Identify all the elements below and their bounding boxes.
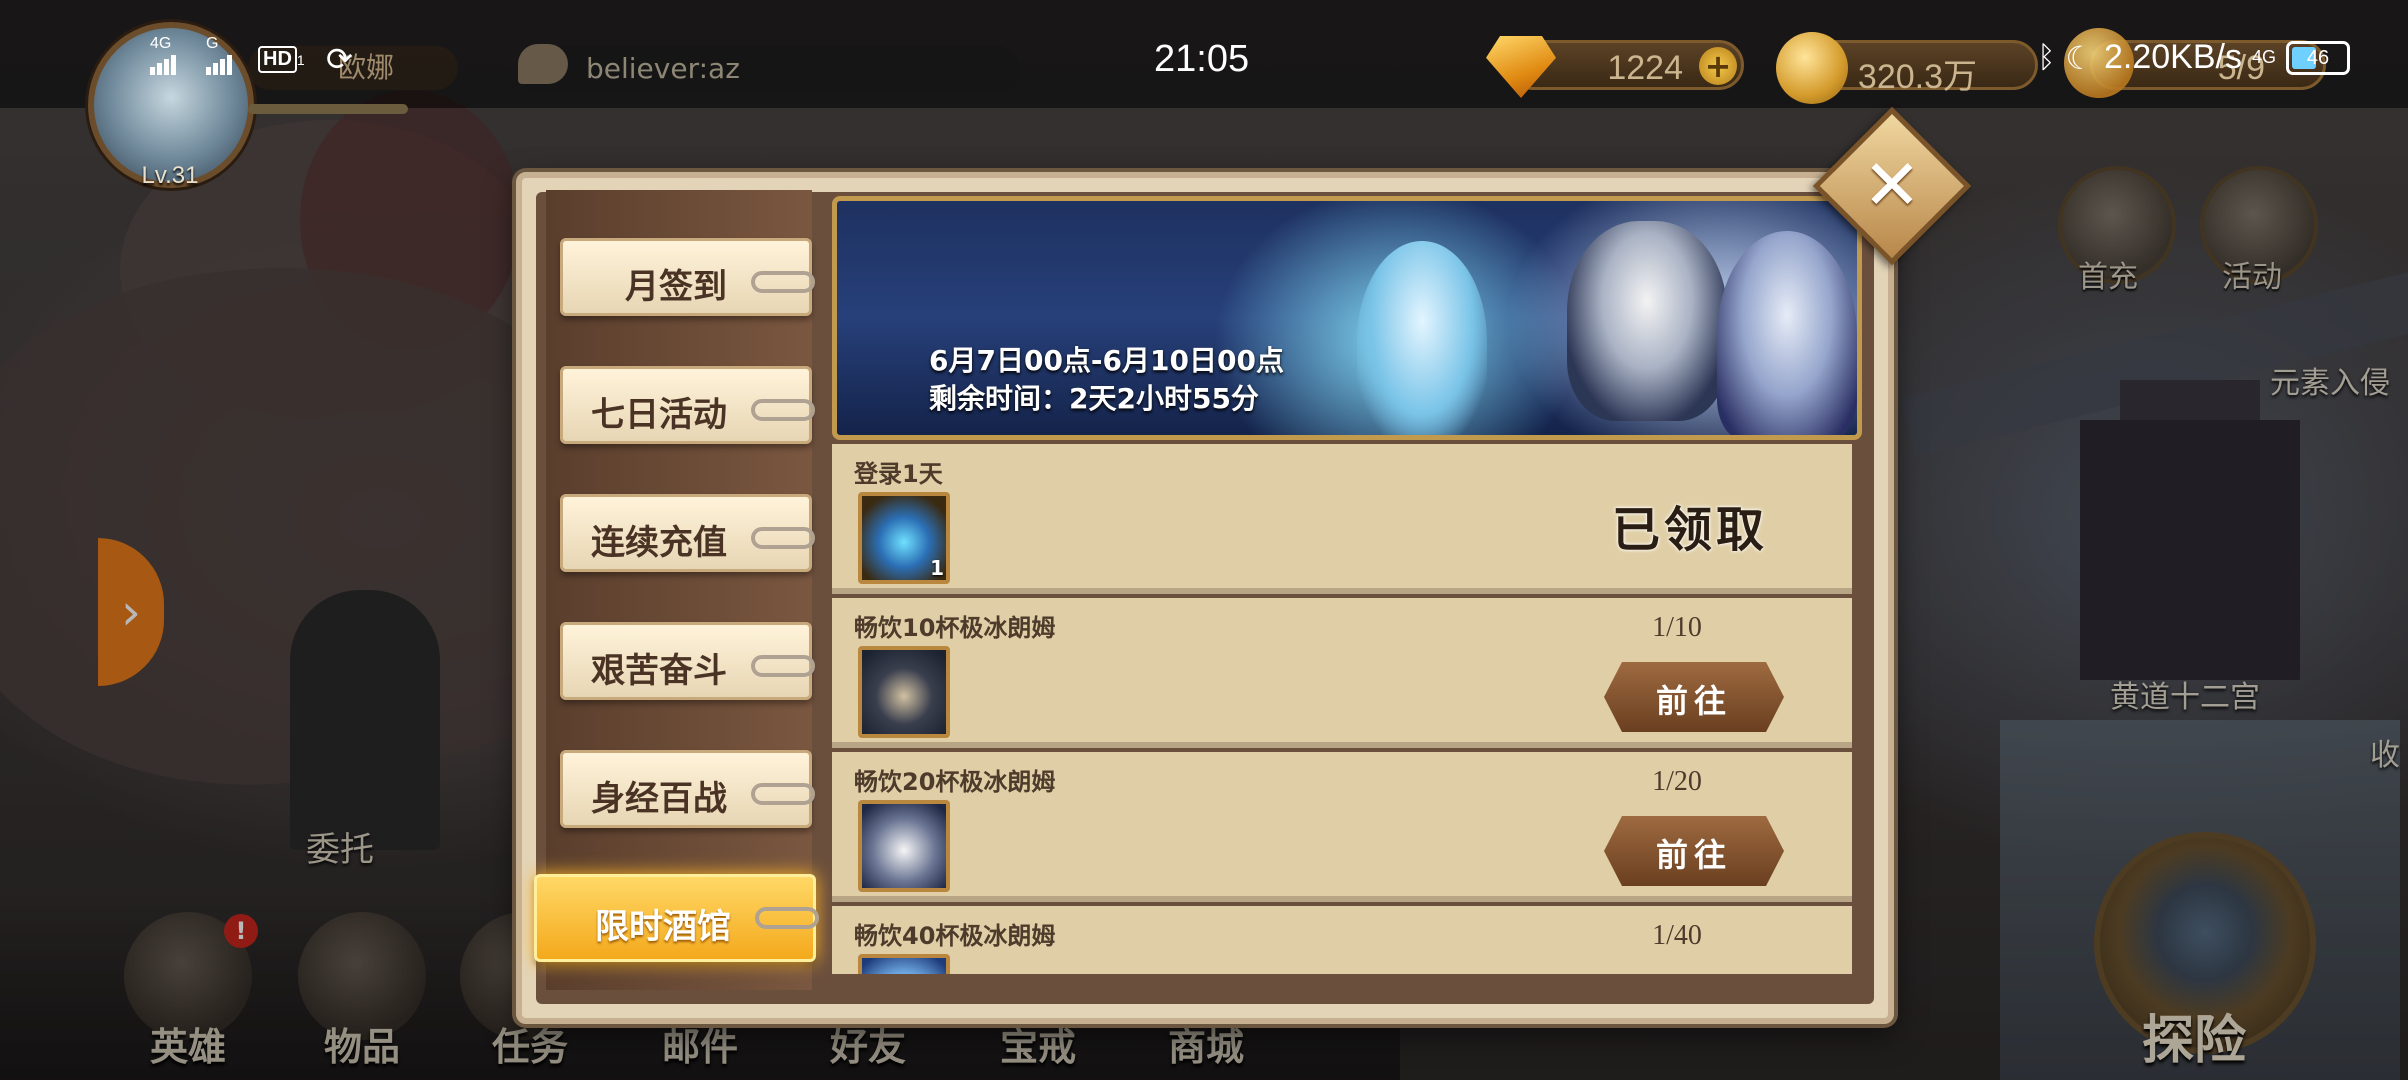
tab-label: 月签到 (625, 267, 727, 307)
go-button-label: 前往 (1655, 836, 1732, 874)
task-name: 畅饮10杯极冰朗姆 (854, 614, 1056, 642)
hd-indicator: HD 1 (258, 46, 305, 73)
clock: 21:05 (1154, 38, 1250, 80)
tab-monthly-signin[interactable]: 月签到 (560, 238, 815, 316)
tab-hard-struggle[interactable]: 艰苦奋斗 (560, 622, 815, 700)
tab-continuous-recharge[interactable]: 连续充值 (560, 494, 815, 572)
experience-bar (248, 104, 408, 114)
tab-battle-tested[interactable]: 身经百战 (560, 750, 815, 828)
gold-coin-icon (1776, 32, 1848, 104)
tab-label: 身经百战 (591, 779, 727, 819)
event-banner: 6月7日00点-6月10日00点 剩余时间：2天2小时55分 (832, 196, 1862, 440)
task-row: 畅饮40杯极冰朗姆 1/40 (832, 906, 1852, 974)
task-progress: 1/10 (1652, 612, 1702, 643)
network-type-label: 4G (150, 35, 172, 52)
paperclip-icon (751, 399, 815, 421)
sync-icon: ⟳ (326, 41, 353, 77)
claimed-status: 已领取 (1612, 502, 1769, 558)
task-name: 畅饮40杯极冰朗姆 (854, 922, 1056, 950)
chat-message: believer:az (586, 52, 740, 85)
reward-quantity: 1 (930, 556, 944, 580)
paperclip-icon (751, 655, 815, 677)
network-type-3: 4G (2251, 47, 2276, 67)
moon-icon: ☾ (2065, 39, 2094, 76)
paperclip-icon (751, 527, 815, 549)
tab-label: 连续充值 (591, 523, 727, 563)
husky-hero-art (1567, 221, 1727, 421)
ice-spirit-art (1357, 241, 1487, 435)
add-gems-button[interactable]: + (1699, 47, 1737, 85)
close-icon: ✕ (1862, 144, 1922, 226)
event-date-range: 6月7日00点-6月10日00点 (929, 344, 1284, 377)
player-level: Lv.31 (141, 162, 199, 189)
gem-value: 1224 (1607, 49, 1683, 87)
tab-label: 七日活动 (591, 395, 727, 435)
task-name: 登录1天 (854, 460, 943, 488)
reward-pirate-hero-icon[interactable] (858, 646, 950, 738)
paperclip-icon (755, 907, 819, 929)
ice-queen-art (1717, 231, 1857, 435)
go-button[interactable]: 前往 (1604, 662, 1784, 732)
status-right: ᛒ ☾ 2.20KB/s 4G 46 (2037, 38, 2350, 77)
go-button[interactable]: 前往 (1604, 816, 1784, 886)
hd-sub: 1 (296, 52, 305, 68)
paperclip-icon (751, 783, 815, 805)
task-list[interactable]: 登录1天 1 已领取 畅饮10杯极冰朗姆 1/10 前往 畅饮20杯极冰朗姆 1… (832, 444, 1852, 974)
network-type-label: G (206, 35, 219, 52)
task-name: 畅饮20杯极冰朗姆 (854, 768, 1056, 796)
paperclip-icon (751, 271, 815, 293)
gold-value: 320.3万 (1857, 58, 1977, 96)
task-progress: 1/40 (1652, 920, 1702, 951)
task-row: 登录1天 1 已领取 (832, 444, 1852, 594)
chat-bubble-icon (518, 44, 568, 84)
task-row: 畅饮20杯极冰朗姆 1/20 前往 (832, 752, 1852, 902)
network-speed: 2.20KB/s (2104, 38, 2242, 76)
tab-limited-tavern[interactable]: 限时酒馆 (534, 874, 819, 962)
bluetooth-icon: ᛒ (2037, 40, 2056, 74)
battery-icon: 46 (2286, 40, 2350, 75)
tab-label: 艰苦奋斗 (591, 651, 727, 691)
go-button-label: 前往 (1655, 682, 1732, 720)
signal-4g: 4G (150, 36, 178, 75)
battery-level: 46 (2306, 46, 2330, 69)
signal-strength-icon (150, 52, 178, 75)
reward-potion-icon[interactable]: 1 (858, 492, 950, 584)
reward-husky-hero-icon[interactable] (858, 800, 950, 892)
reward-ice-hero-icon[interactable] (858, 954, 950, 974)
hd-icon: HD (258, 46, 297, 73)
signal-strength-icon (206, 52, 234, 75)
tab-label: 限时酒馆 (595, 907, 731, 947)
tab-seven-day[interactable]: 七日活动 (560, 366, 815, 444)
task-progress: 1/20 (1652, 766, 1702, 797)
event-remaining-time: 剩余时间：2天2小时55分 (929, 382, 1259, 415)
signal-g: G (206, 36, 234, 75)
task-row: 畅饮10杯极冰朗姆 1/10 前往 (832, 598, 1852, 748)
